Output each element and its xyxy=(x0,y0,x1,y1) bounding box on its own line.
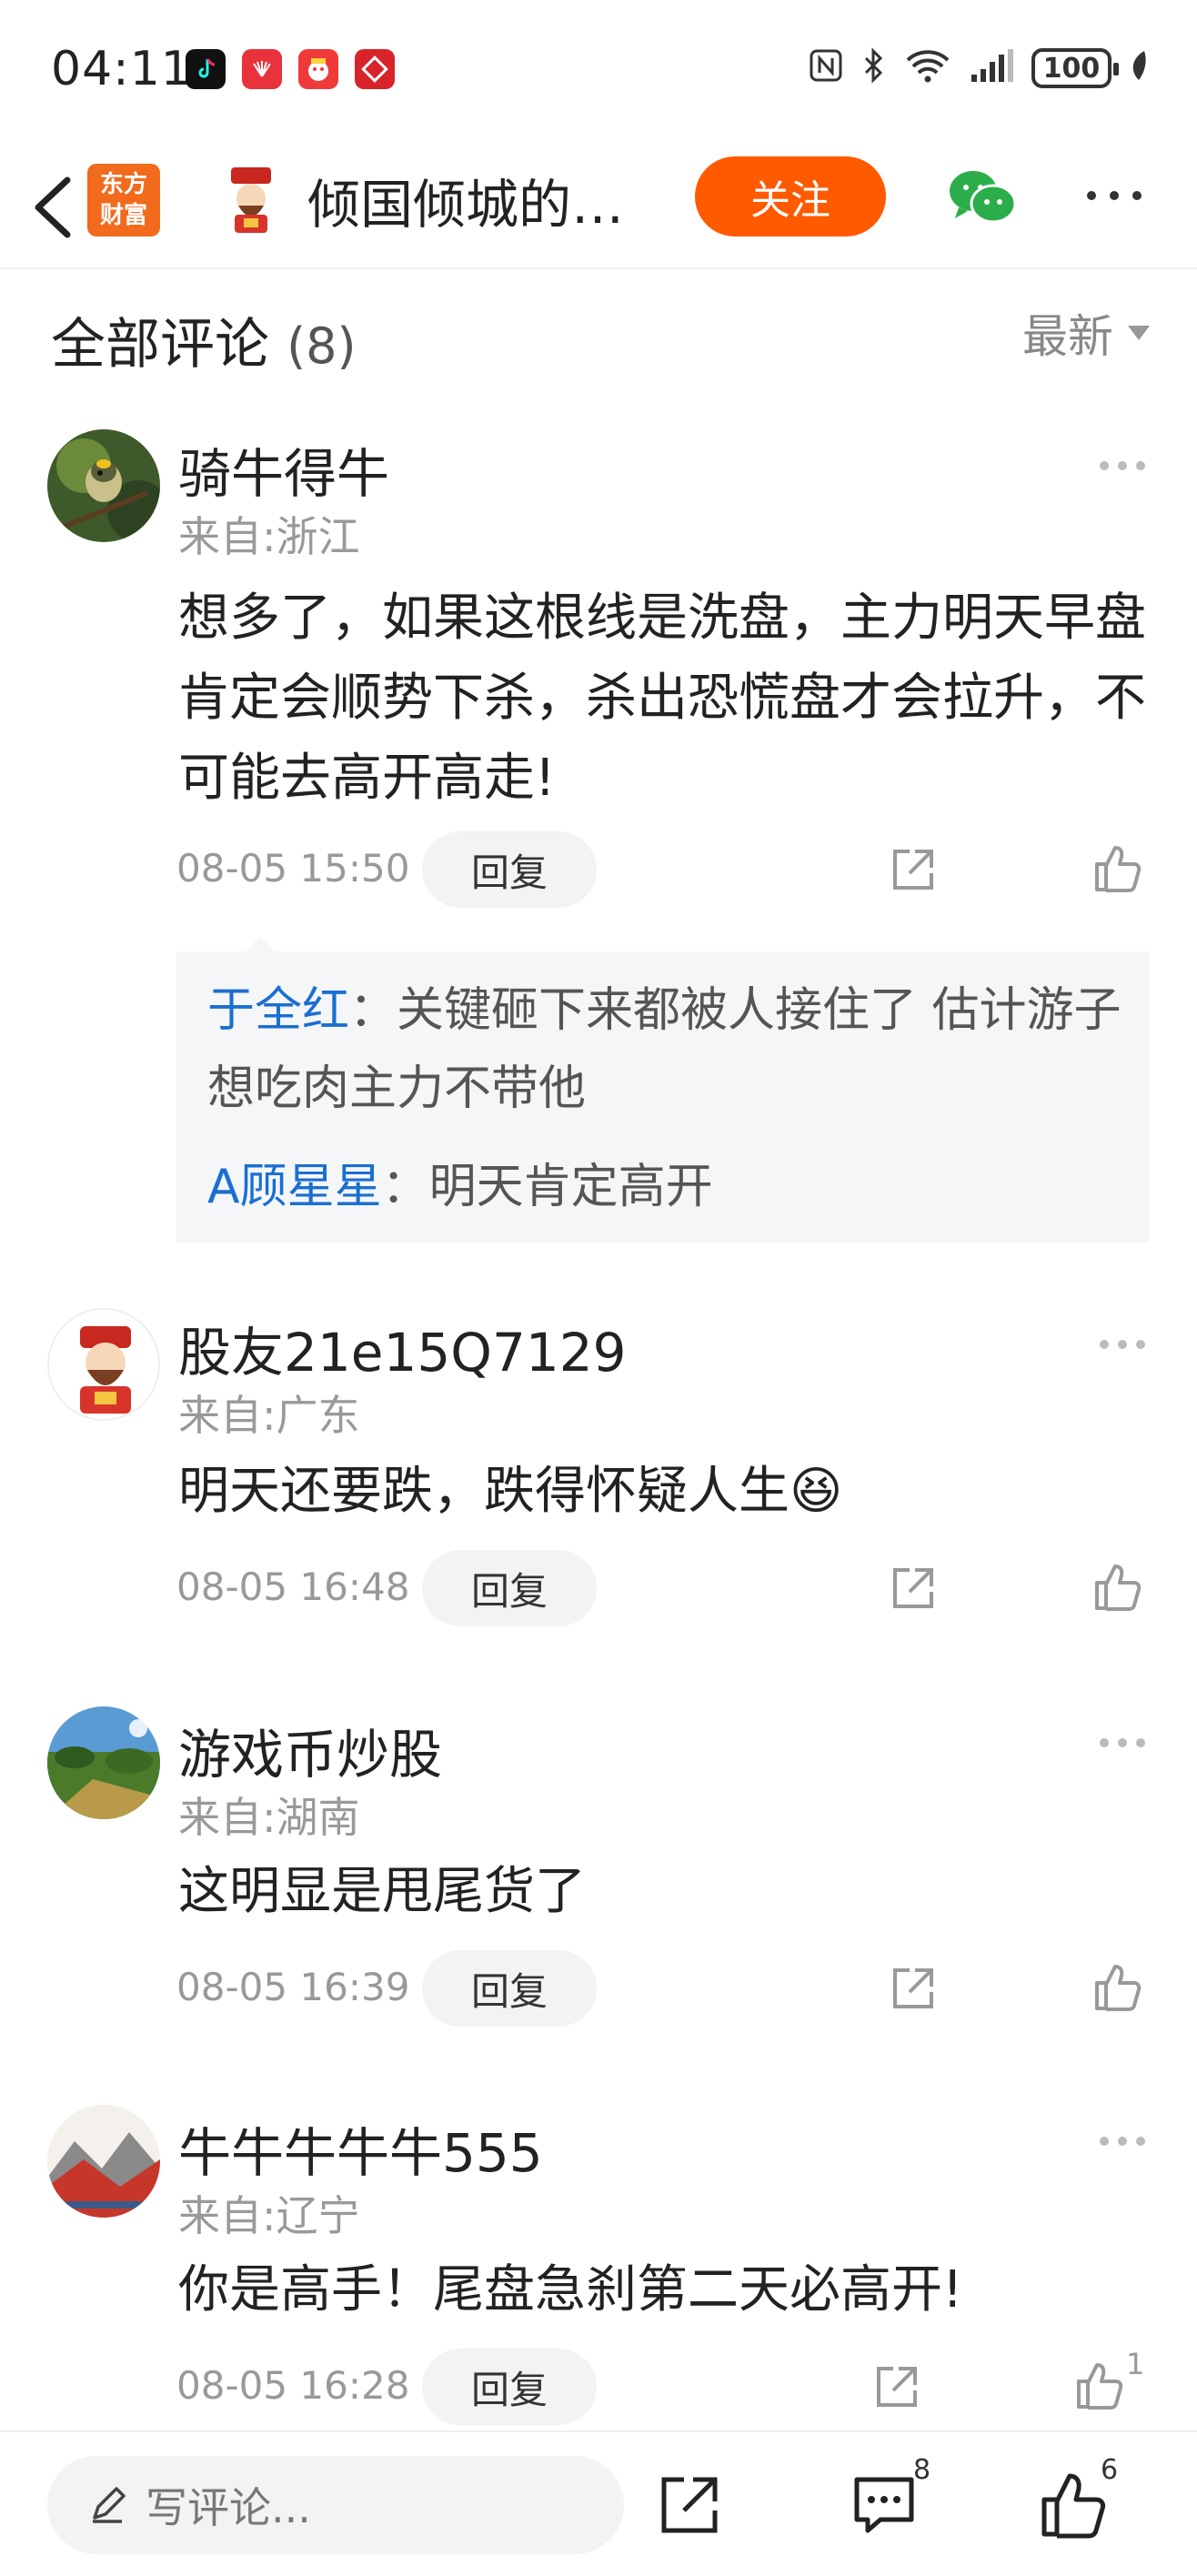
game-icon xyxy=(298,49,338,89)
author-avatar[interactable] xyxy=(218,164,284,236)
comment-author[interactable]: 牛牛牛牛牛555 xyxy=(178,2110,543,2187)
more-options-icon[interactable] xyxy=(1097,1736,1148,1750)
comment-text: 明天还要跌，跌得怀疑人生😆 xyxy=(178,1452,1161,1532)
sort-dropdown[interactable]: 最新 xyxy=(1022,300,1150,366)
follow-button[interactable]: 关注 xyxy=(695,156,886,236)
reply-button[interactable]: 回复 xyxy=(422,1950,597,2027)
notification-apps xyxy=(186,49,395,89)
like-button[interactable] xyxy=(1037,2469,1110,2541)
comment-text: 这明显是甩尾货了 xyxy=(178,1862,586,1921)
comment-input-placeholder: 写评论... xyxy=(146,2483,311,2532)
comment-bubble-icon xyxy=(854,2477,914,2533)
like-count: 1 xyxy=(1126,2347,1145,2381)
comment-text: 你是高手！尾盘急刹第二天必高开! xyxy=(178,2260,963,2319)
like-count-badge: 6 xyxy=(1101,2454,1119,2486)
share-icon[interactable] xyxy=(888,844,939,895)
sub-reply-author[interactable]: 于全红 xyxy=(207,983,349,1038)
logo-line-2: 财富 xyxy=(99,202,147,229)
comment-input[interactable]: 写评论... xyxy=(47,2456,624,2554)
bluetooth-icon xyxy=(860,47,888,89)
sub-reply-text: ：明天肯定高开 xyxy=(381,1160,713,1214)
comment-author[interactable]: 游戏币炒股 xyxy=(178,1712,442,1788)
more-options-icon[interactable] xyxy=(1082,182,1146,209)
comment-time: 08-05 16:39 xyxy=(176,1965,410,2009)
caret-down-icon xyxy=(1128,326,1150,340)
caishen-avatar-icon xyxy=(220,167,282,233)
avatar[interactable] xyxy=(47,429,160,542)
share-icon[interactable] xyxy=(888,1563,939,1614)
signal-icon xyxy=(968,47,1015,89)
sub-reply-author[interactable]: A顾星星 xyxy=(207,1160,382,1214)
system-indicators: 100 xyxy=(808,47,1150,89)
sub-replies[interactable]: 于全红：关键砸下来都被人接住了 估计游子想吃肉主力不带他 A顾星星：明天肯定高开 xyxy=(176,951,1150,1243)
bottom-bar: 写评论... 8 6 xyxy=(0,2430,1197,2576)
reply-button[interactable]: 回复 xyxy=(422,2349,597,2425)
thumbs-up-icon[interactable] xyxy=(1091,1961,1142,2012)
status-time: 04:11 xyxy=(51,42,192,96)
comment-text-body: 明天还要跌，跌得怀疑人生 xyxy=(178,1462,790,1521)
comments-button[interactable] xyxy=(848,2469,920,2541)
back-button[interactable] xyxy=(22,173,86,242)
wifi-icon xyxy=(904,47,951,89)
fund-icon xyxy=(355,49,395,89)
battery-indicator: 100 xyxy=(1031,48,1119,88)
sort-label: 最新 xyxy=(1022,310,1113,363)
pencil-icon xyxy=(93,2487,126,2523)
comment-text: 想多了，如果这根线是洗盘，主力明天早盘肯定会顺势下杀，杀出恐慌盘才会拉升，不可能… xyxy=(178,589,1146,808)
thumbs-up-icon[interactable] xyxy=(1091,1561,1142,1612)
avatar[interactable] xyxy=(47,1308,160,1421)
more-options-icon[interactable] xyxy=(1097,458,1148,473)
logo-line-1: 东方 xyxy=(99,171,147,198)
comment-time: 08-05 16:28 xyxy=(176,2363,410,2408)
comment-author[interactable]: 骑牛得牛 xyxy=(178,431,389,508)
status-bar: 04:11 100 xyxy=(0,0,1197,146)
comments-count: (8) xyxy=(287,317,357,375)
app-logo[interactable]: 东方 财富 xyxy=(87,164,160,236)
thumbs-up-icon[interactable] xyxy=(1091,842,1142,893)
comment-location: 来自:广东 xyxy=(178,1391,360,1440)
wechat-share-icon[interactable] xyxy=(946,166,1019,229)
laughing-emoji: 😆 xyxy=(790,1462,843,1521)
comment-count-badge: 8 xyxy=(913,2454,931,2486)
tiktok-icon xyxy=(186,49,226,89)
chevron-left-icon xyxy=(35,176,71,238)
nfc-icon xyxy=(808,47,844,89)
avatar[interactable] xyxy=(47,1706,160,1819)
replies-notch xyxy=(246,937,275,951)
comment-time: 08-05 15:50 xyxy=(176,846,410,891)
sub-reply: 于全红：关键砸下来都被人接住了 估计游子想吃肉主力不带他 xyxy=(207,971,1126,1128)
comment-location: 来自:辽宁 xyxy=(178,2191,360,2240)
comments-heading: 全部评论 (8) xyxy=(51,300,357,379)
comment-location: 来自:湖南 xyxy=(178,1793,360,1842)
avatar[interactable] xyxy=(47,2105,160,2218)
share-icon[interactable] xyxy=(871,2361,922,2412)
comment-location: 来自:浙江 xyxy=(178,512,360,561)
top-nav: 东方 财富 倾国倾城的… 关注 xyxy=(0,146,1197,269)
reply-button[interactable]: 回复 xyxy=(422,831,597,908)
leaf-icon xyxy=(1128,47,1150,89)
more-options-icon[interactable] xyxy=(1097,1337,1148,1352)
comments-title: 全部评论 xyxy=(51,313,269,377)
share-icon xyxy=(661,2477,718,2533)
reply-button[interactable]: 回复 xyxy=(422,1550,597,1626)
thumbs-up-icon xyxy=(1041,2473,1106,2539)
sub-reply: A顾星星：明天肯定高开 xyxy=(207,1148,1126,1226)
more-options-icon[interactable] xyxy=(1097,2134,1148,2148)
share-icon[interactable] xyxy=(888,1963,939,2014)
comment-time: 08-05 16:48 xyxy=(176,1565,410,1609)
page-title: 倾国倾城的… xyxy=(307,174,625,236)
thumbs-up-icon[interactable] xyxy=(1073,2360,1124,2410)
huawei-icon xyxy=(242,49,282,89)
share-button[interactable] xyxy=(653,2469,726,2541)
comment-author[interactable]: 股友21e15Q7129 xyxy=(178,1310,627,1386)
